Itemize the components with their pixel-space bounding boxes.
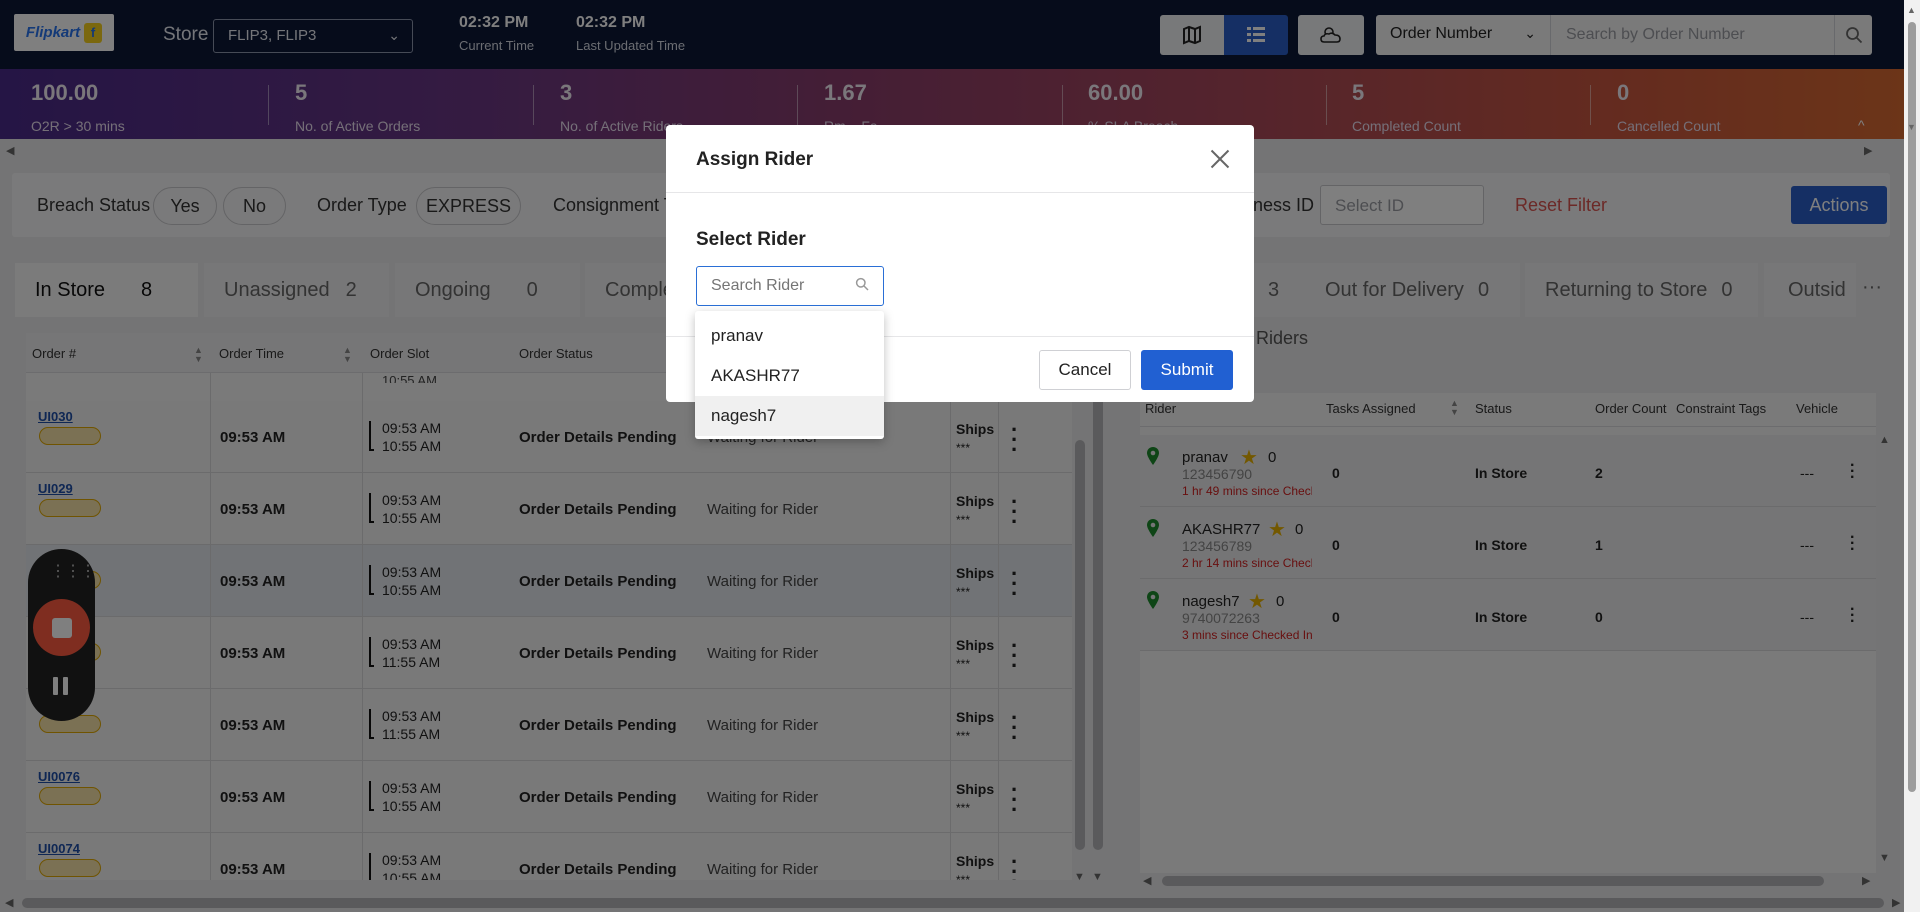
close-icon[interactable] xyxy=(1208,147,1232,171)
cancel-button[interactable]: Cancel xyxy=(1039,350,1131,390)
scrollbar-thumb[interactable] xyxy=(1908,22,1916,792)
search-icon xyxy=(855,277,869,291)
submit-button[interactable]: Submit xyxy=(1141,350,1233,390)
select-rider-label: Select Rider xyxy=(696,229,806,250)
modal-header: Assign Rider xyxy=(666,125,1254,193)
rider-dropdown: pranav AKASHR77 nagesh7 xyxy=(695,311,884,439)
rider-option-nagesh7[interactable]: nagesh7 xyxy=(695,396,884,436)
page-vertical-scrollbar[interactable]: ▲ ▼ xyxy=(1904,0,1920,912)
rider-option-akashr77[interactable]: AKASHR77 xyxy=(695,356,884,396)
rider-option-pranav[interactable]: pranav xyxy=(695,316,884,356)
scroll-down-icon[interactable]: ▼ xyxy=(1907,122,1916,132)
modal-title: Assign Rider xyxy=(696,149,814,170)
scroll-up-icon[interactable]: ▲ xyxy=(1907,5,1916,15)
